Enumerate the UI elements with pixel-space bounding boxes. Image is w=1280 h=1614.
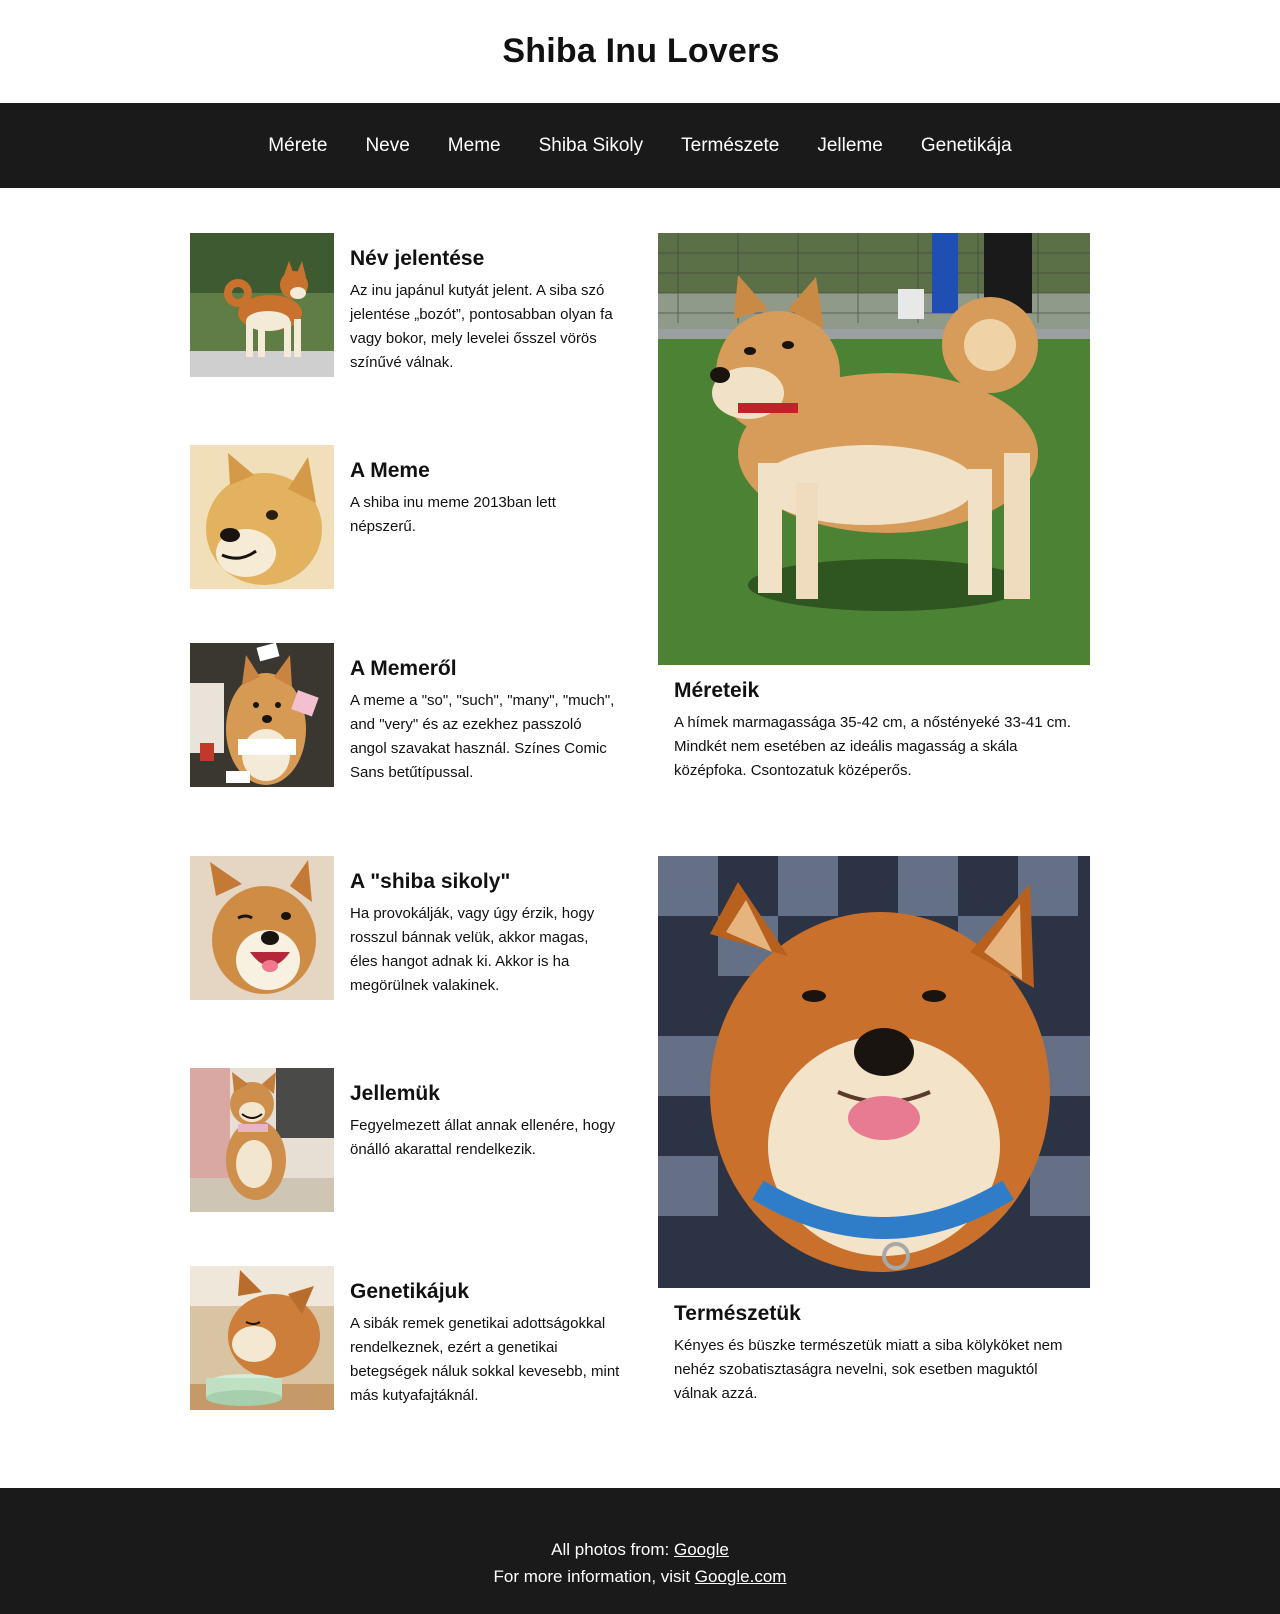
nav-list: Mérete Neve Meme Shiba Sikoly Természete… xyxy=(249,127,1030,165)
site-header: Shiba Inu Lovers xyxy=(0,0,1280,103)
card-nature: Természetük Kényes és büszke természetük… xyxy=(658,856,1090,1406)
card-text: A shiba inu meme 2013ban lett népszerű. xyxy=(350,494,556,535)
footer-info-line: For more information, visit Google.com xyxy=(0,1563,1280,1590)
nav-item-merete[interactable]: Mérete xyxy=(249,127,346,165)
nav-item-termeszete[interactable]: Természete xyxy=(662,127,798,165)
site-title: Shiba Inu Lovers xyxy=(502,32,780,70)
card-title: A Memeről xyxy=(350,657,457,680)
shiba-standing-photo xyxy=(190,233,334,377)
shiba-on-grass-photo xyxy=(658,233,1090,665)
footer-photos-line: All photos from: Google xyxy=(0,1536,1280,1563)
card-text: Az inu japánul kutyát jelent. A siba szó… xyxy=(350,282,613,371)
card-genetics: Genetikájuk A sibák remek genetikai adot… xyxy=(190,1266,620,1410)
card-text: A meme a "so", "such", "many", "much", a… xyxy=(350,692,615,781)
site-footer: All photos from: Google For more informa… xyxy=(0,1488,1280,1614)
card-name-meaning: Név jelentése Az inu japánul kutyát jele… xyxy=(190,233,620,377)
sitting-shiba-photo xyxy=(190,1068,334,1212)
card-title: A Meme xyxy=(350,459,430,482)
google-link[interactable]: Google xyxy=(674,1540,729,1559)
card-character: Jellemük Fegyelmezett állat annak ellené… xyxy=(190,1068,620,1212)
main-nav: Mérete Neve Meme Shiba Sikoly Természete… xyxy=(0,103,1280,188)
nav-item-genetikaja[interactable]: Genetikája xyxy=(902,127,1031,165)
card-title: A "shiba sikoly" xyxy=(350,870,511,893)
shiba-with-notes-photo xyxy=(190,643,334,787)
card-title: Név jelentése xyxy=(350,247,485,270)
footer-photos-prefix: All photos from: xyxy=(551,1540,674,1559)
shiba-tongue-photo xyxy=(658,856,1090,1288)
card-text: A sibák remek genetikai adottságokkal re… xyxy=(350,1315,620,1404)
nav-item-neve[interactable]: Neve xyxy=(346,127,428,165)
card-text: A hímek marmagassága 35-42 cm, a nőstény… xyxy=(674,714,1071,779)
card-title: Genetikájuk xyxy=(350,1280,470,1303)
footer-info-prefix: For more information, visit xyxy=(493,1567,695,1586)
card-size: Méreteik A hímek marmagassága 35-42 cm, … xyxy=(658,233,1090,783)
card-text: Kényes és büszke természetük miatt a sib… xyxy=(674,1337,1063,1402)
card-text: Ha provokálják, vagy úgy érzik, hogy ros… xyxy=(350,905,595,994)
nav-item-shiba-sikoly[interactable]: Shiba Sikoly xyxy=(520,127,663,165)
card-about-meme: A Memeről A meme a "so", "such", "many",… xyxy=(190,643,620,787)
smiling-shiba-photo xyxy=(190,856,334,1000)
card-shiba-scream: A "shiba sikoly" Ha provokálják, vagy úg… xyxy=(190,856,620,1000)
nav-item-meme[interactable]: Meme xyxy=(429,127,520,165)
card-text: Fegyelmezett állat annak ellenére, hogy … xyxy=(350,1117,616,1158)
card-title: Méreteik xyxy=(674,679,760,702)
doge-photo xyxy=(190,445,334,589)
card-title: Jellemük xyxy=(350,1082,440,1105)
card-meme: A Meme A shiba inu meme 2013ban lett nép… xyxy=(190,445,620,589)
main-content: Név jelentése Az inu japánul kutyát jele… xyxy=(0,188,1280,1488)
google-com-link[interactable]: Google.com xyxy=(695,1567,787,1586)
nav-item-jelleme[interactable]: Jelleme xyxy=(798,127,901,165)
eating-shiba-photo xyxy=(190,1266,334,1410)
card-title: Természetük xyxy=(674,1302,801,1325)
